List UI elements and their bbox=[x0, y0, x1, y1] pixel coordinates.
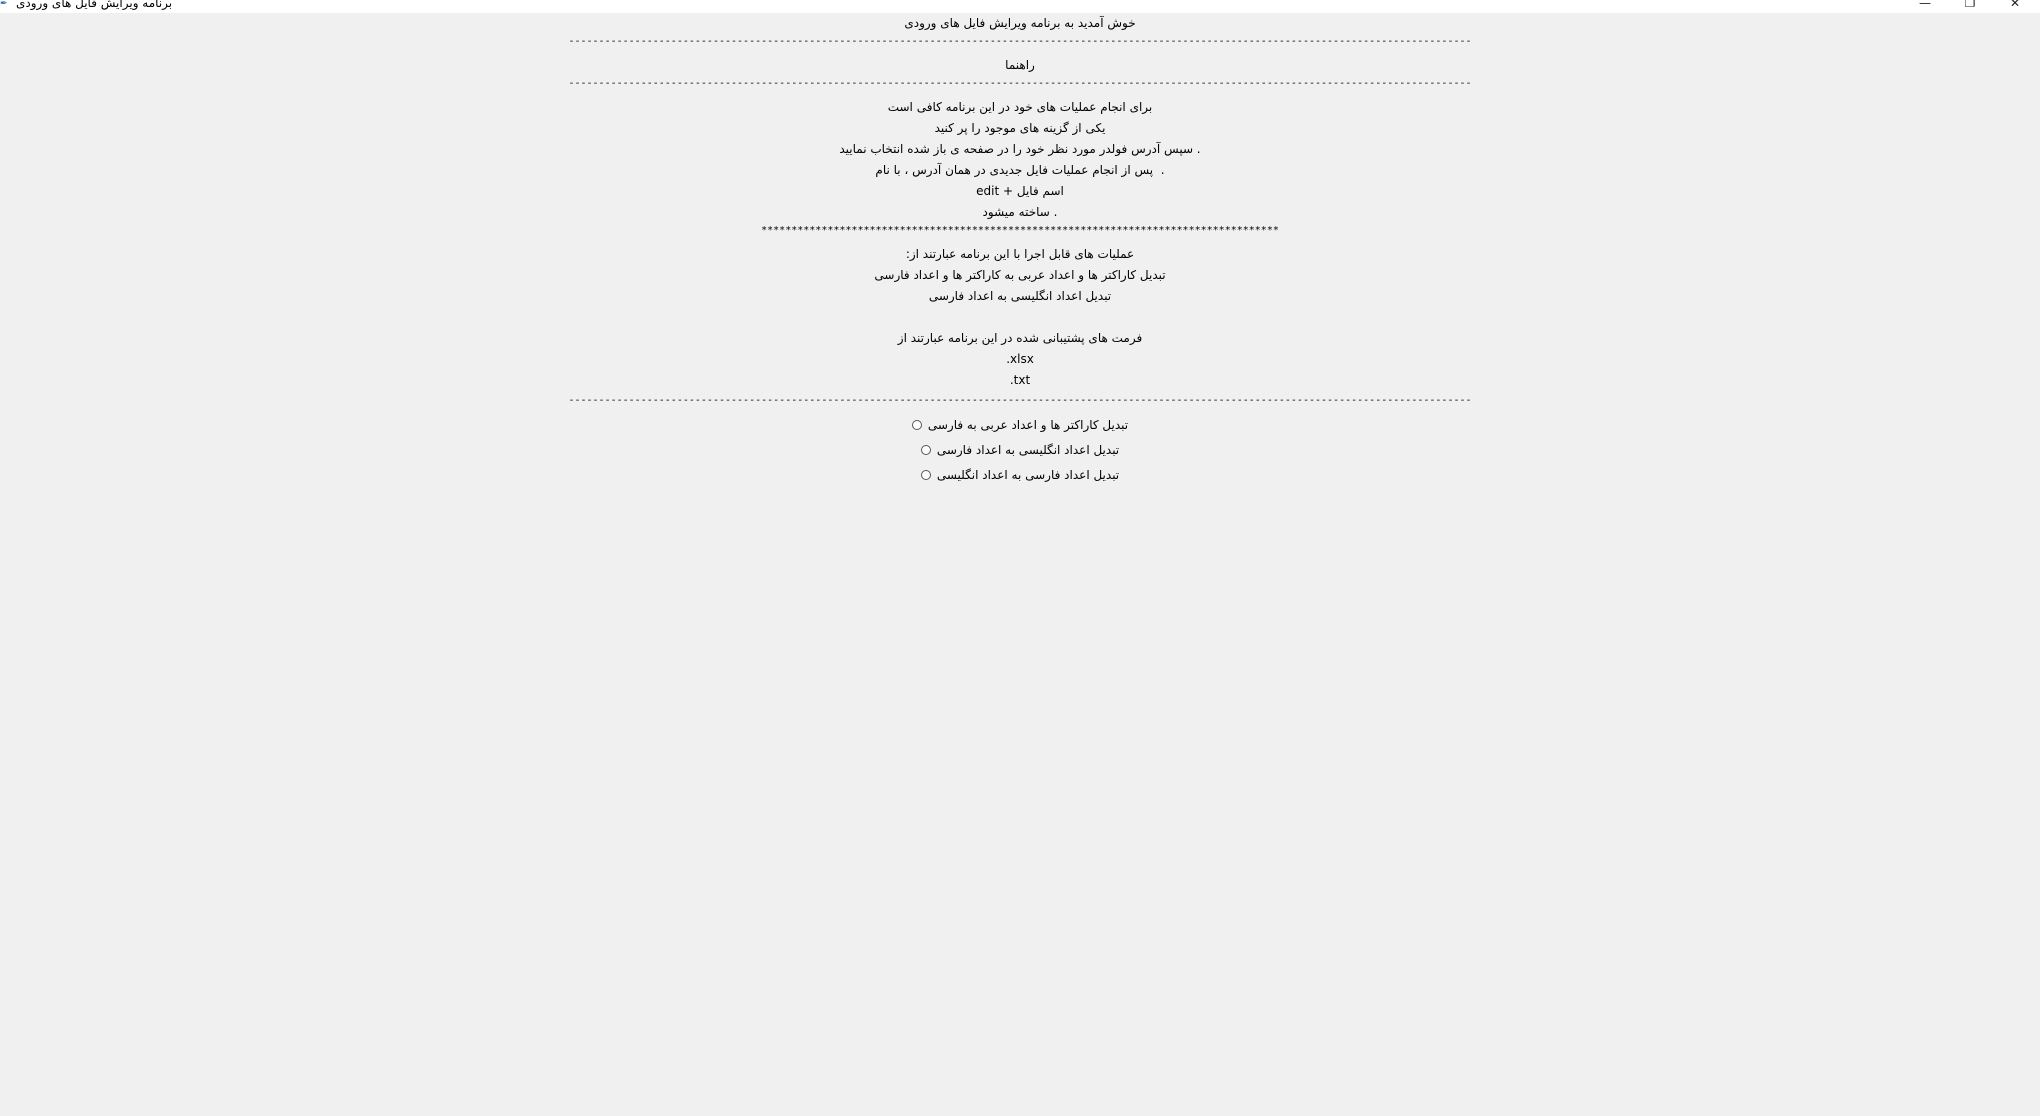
separator-line: ----------------------------------------… bbox=[568, 395, 1472, 406]
operation-item: تبدیل کاراکتر ها و اعداد عربی به کاراکتر… bbox=[874, 268, 1166, 282]
help-line: edit + اسم فایل bbox=[976, 184, 1064, 198]
option-label[interactable]: تبدیل اعداد انگلیسی به اعداد فارسی bbox=[937, 442, 1119, 458]
maximize-button[interactable]: ❐ bbox=[1955, 0, 1985, 11]
operations-title: عملیات های قابل اجرا با این برنامه عبارت… bbox=[905, 247, 1135, 261]
minimize-button[interactable]: — bbox=[1910, 0, 1940, 11]
help-title: راهنما bbox=[1005, 58, 1035, 72]
stars-separator: ****************************************… bbox=[761, 225, 1279, 236]
option-persian-to-english-digits[interactable]: تبدیل اعداد فارسی به اعداد انگلیسی bbox=[0, 466, 2040, 483]
formats-title: فرمت های پشتیبانی شده در این برنامه عبار… bbox=[897, 331, 1143, 345]
option-english-to-persian-digits[interactable]: تبدیل اعداد انگلیسی به اعداد فارسی bbox=[0, 441, 2040, 458]
radio-button[interactable] bbox=[920, 469, 931, 480]
format-item: .xlsx bbox=[1006, 352, 1034, 366]
help-line: . سپس آدرس فولدر مورد نظر خود را در صفحه… bbox=[839, 142, 1201, 156]
radio-button[interactable] bbox=[911, 419, 922, 430]
title-bar: ✒ برنامه ویرایش فایل های ورودی — ❐ ✕ bbox=[0, 0, 2040, 13]
welcome-text: خوش آمدید به برنامه ویرایش فایل های ورود… bbox=[904, 16, 1136, 30]
option-label[interactable]: تبدیل کاراکتر ها و اعداد عربی به فارسی bbox=[928, 417, 1128, 433]
separator-line: ----------------------------------------… bbox=[568, 78, 1472, 89]
option-label[interactable]: تبدیل اعداد فارسی به اعداد انگلیسی bbox=[937, 467, 1119, 483]
window-title: برنامه ویرایش فایل های ورودی bbox=[16, 0, 173, 10]
format-item: .txt bbox=[1009, 373, 1031, 387]
operation-item: تبدیل اعداد انگلیسی به اعداد فارسی bbox=[928, 289, 1112, 303]
help-line: . ساخته میشود bbox=[982, 205, 1058, 219]
close-button[interactable]: ✕ bbox=[2000, 0, 2030, 11]
separator-line: ----------------------------------------… bbox=[568, 36, 1472, 47]
help-line: . پس از انجام عملیات فایل جدیدی در همان … bbox=[875, 163, 1165, 177]
help-line: یکی از گزینه های موجود را پر کنید bbox=[934, 121, 1106, 135]
option-arabic-to-persian[interactable]: تبدیل کاراکتر ها و اعداد عربی به فارسی bbox=[0, 416, 2040, 433]
help-line: برای انجام عملیات های خود در این برنامه … bbox=[887, 100, 1153, 114]
feather-icon: ✒ bbox=[0, 0, 8, 9]
app-window: ✒ برنامه ویرایش فایل های ورودی — ❐ ✕ خوش… bbox=[0, 0, 2040, 1116]
radio-button[interactable] bbox=[920, 444, 931, 455]
